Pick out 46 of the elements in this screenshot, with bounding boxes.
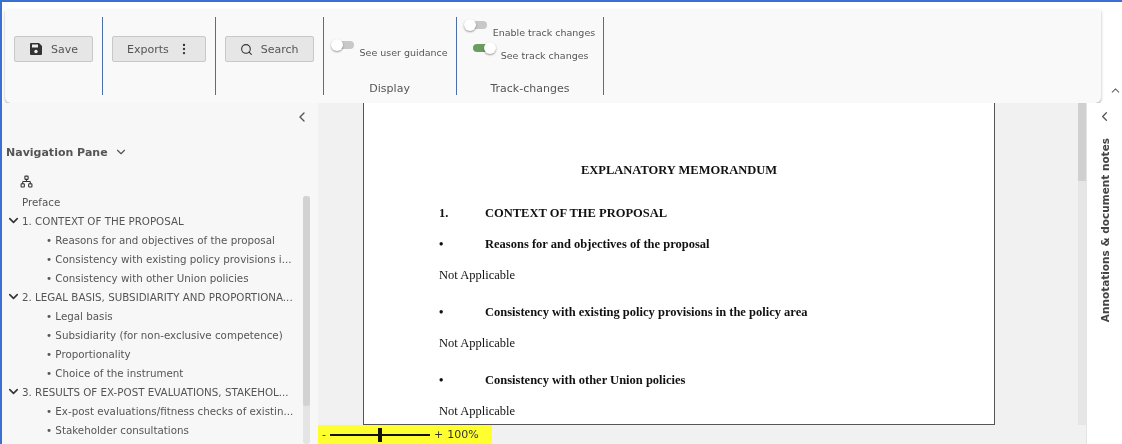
tree-item[interactable]: Preface <box>22 195 61 208</box>
tree-item[interactable]: 3. RESULTS OF EX-POST EVALUATIONS, STAKEHOL... <box>22 385 289 398</box>
sidebar-title[interactable]: Annotations & document notes <box>1098 138 1111 323</box>
tree-item[interactable]: 2. LEGAL BASIS, SUBSIDIARITY AND PROPORTIONA... <box>22 290 293 303</box>
bullet-mark: • <box>439 373 445 388</box>
tree-item[interactable]: • Consistency with other Union policies <box>46 271 249 284</box>
section-heading: Consistency with other Union policies <box>485 373 686 388</box>
toggle-switch[interactable] <box>472 44 495 52</box>
toggle-label: Enable track changes <box>492 27 596 38</box>
tree-item[interactable]: • Legal basis <box>46 309 113 322</box>
section-heading: Reasons for and objectives of the proposal <box>485 237 710 252</box>
tree-item[interactable]: • Ex-post evaluations/fitness checks of existin... <box>46 404 294 417</box>
tree-item[interactable]: • Subsidiarity (for non-exclusive competence) <box>46 328 283 341</box>
toggle-label: See track changes <box>500 50 589 61</box>
document-heading: EXPLANATORY MEMORANDUM <box>579 163 779 178</box>
tree-item[interactable]: • Proportionality <box>46 347 131 360</box>
paragraph: Not Applicable <box>439 268 517 283</box>
zoom-in-button[interactable]: + <box>434 428 444 441</box>
tree-item[interactable]: • Choice of the instrument <box>46 366 184 379</box>
zoom-reading: 100% <box>447 428 479 441</box>
pane-title: Navigation Pane <box>6 145 108 159</box>
tree-item[interactable]: • Consistency with existing policy provisions i... <box>46 252 292 265</box>
search-button[interactable]: Search <box>224 36 314 62</box>
bullet-mark: • <box>439 237 445 252</box>
group-title: Display <box>369 82 410 95</box>
menu-button[interactable]: Exports <box>112 36 206 62</box>
toggle-switch[interactable] <box>464 21 487 29</box>
bullet-mark: • <box>439 305 445 320</box>
group-title: Track-changes <box>490 82 570 95</box>
toggle-label: See user guidance <box>359 47 448 58</box>
paragraph: Not Applicable <box>439 404 517 419</box>
section-heading: Consistency with existing policy provisions in the policy area <box>485 305 808 320</box>
toggle-switch[interactable] <box>331 41 354 49</box>
paragraph: Not Applicable <box>439 336 517 351</box>
section-number: 1. <box>439 206 450 221</box>
search-icon <box>239 42 253 56</box>
zoom-out-button[interactable]: - <box>322 428 326 441</box>
save-button[interactable]: Save <box>14 36 93 62</box>
hierarchy-icon[interactable] <box>20 175 33 188</box>
tree-item[interactable]: • Reasons for and objectives of the proposal <box>46 233 275 246</box>
scrollbar[interactable] <box>303 196 310 444</box>
tree-item[interactable]: 1. CONTEXT OF THE PROPOSAL <box>22 214 184 227</box>
section-heading: CONTEXT OF THE PROPOSAL <box>485 206 668 221</box>
tree-item[interactable]: • Stakeholder consultations <box>46 423 189 436</box>
scrollbar[interactable] <box>1078 103 1086 425</box>
zoom-slider[interactable] <box>330 427 430 442</box>
